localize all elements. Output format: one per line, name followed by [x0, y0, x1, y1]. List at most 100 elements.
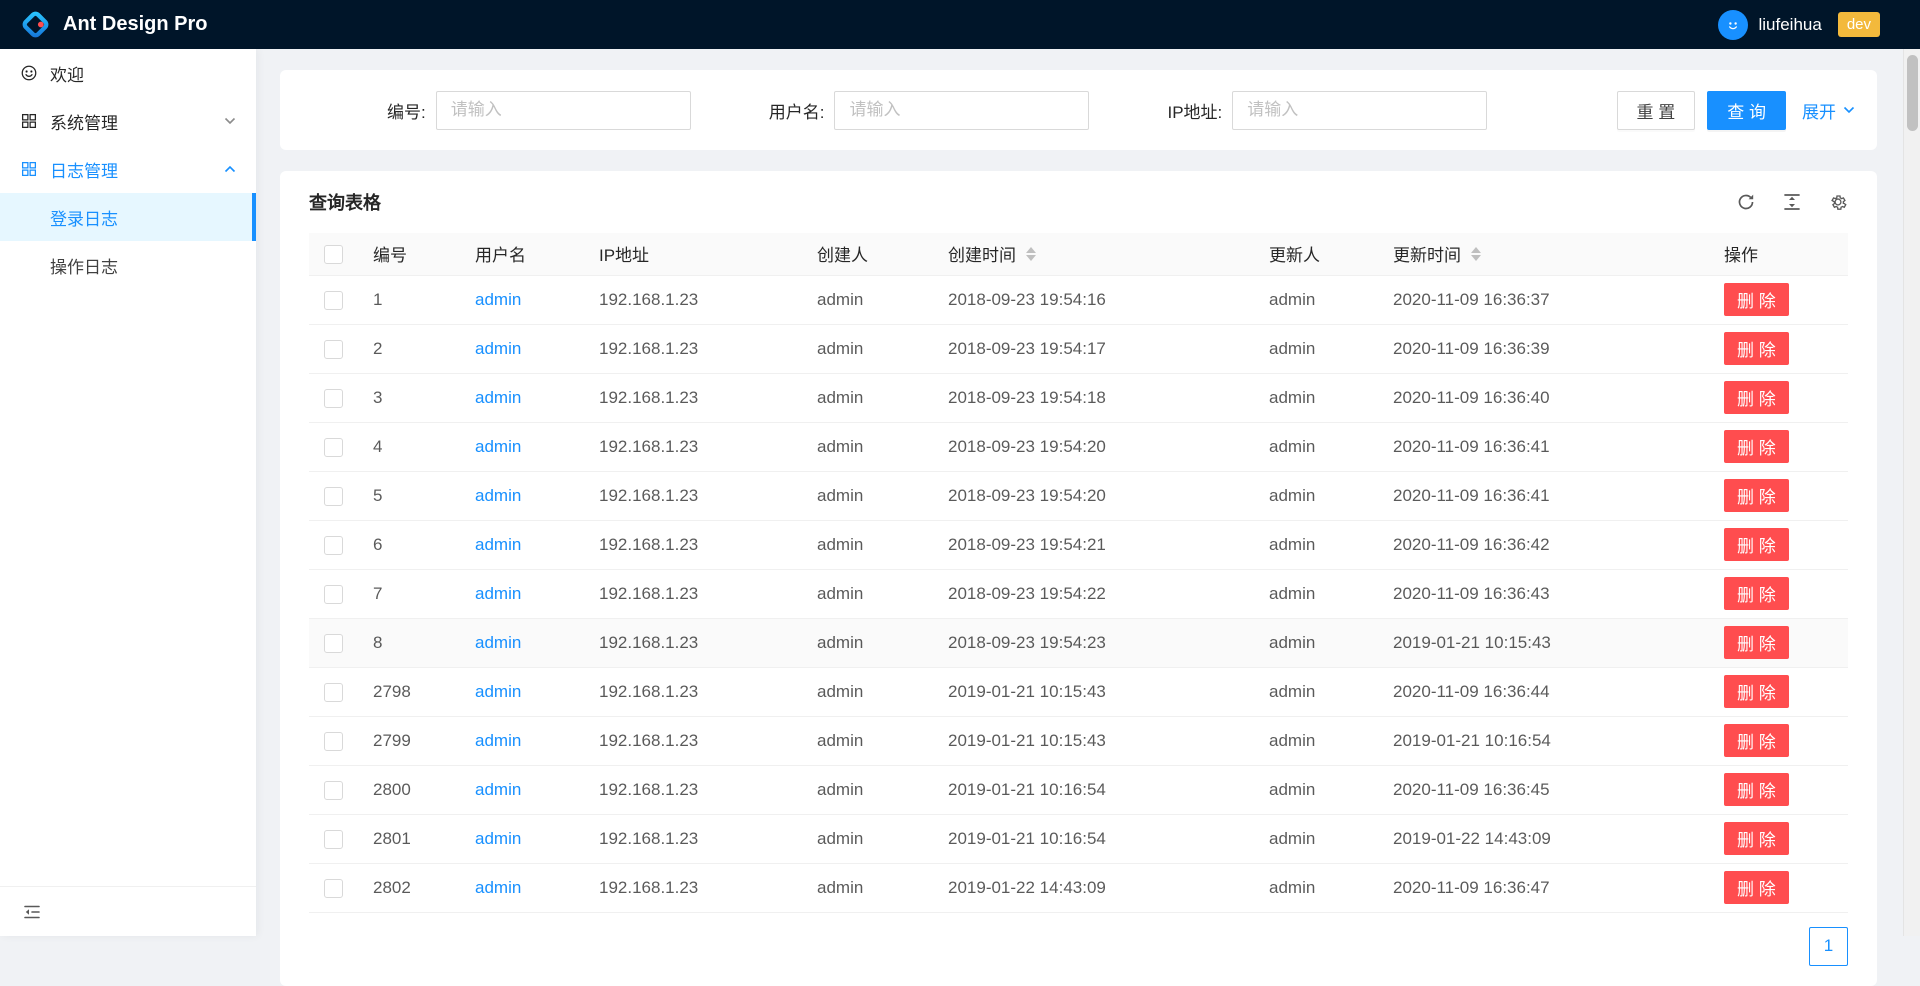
- form-item-ip: IP地址:: [1167, 91, 1487, 130]
- delete-button[interactable]: 删 除: [1724, 773, 1789, 806]
- table-body: 1 admin 192.168.1.23 admin 2018-09-23 19…: [309, 275, 1848, 912]
- smile-icon: [20, 64, 38, 82]
- row-checkbox[interactable]: [324, 634, 343, 653]
- sidebar-item-system[interactable]: 系统管理: [0, 97, 256, 145]
- delete-button[interactable]: 删 除: [1724, 577, 1789, 610]
- cell-id: 4: [357, 422, 459, 471]
- reload-icon[interactable]: [1736, 192, 1756, 212]
- sorter-icon[interactable]: [1471, 247, 1481, 261]
- cell-actions: 删 除: [1708, 275, 1848, 324]
- query-button[interactable]: 查 询: [1707, 91, 1786, 130]
- username-link[interactable]: admin: [475, 535, 521, 554]
- cell-username: admin: [459, 667, 583, 716]
- cell-ip: 192.168.1.23: [583, 275, 801, 324]
- username-link[interactable]: admin: [475, 731, 521, 750]
- pagination-page-1[interactable]: 1: [1809, 927, 1848, 966]
- username-link[interactable]: admin: [475, 486, 521, 505]
- delete-button[interactable]: 删 除: [1724, 871, 1789, 904]
- cell-creator: admin: [801, 569, 932, 618]
- delete-button[interactable]: 删 除: [1724, 822, 1789, 855]
- column-height-icon[interactable]: [1782, 192, 1802, 212]
- select-all-checkbox[interactable]: [324, 245, 343, 264]
- vertical-scrollbar[interactable]: [1903, 49, 1920, 936]
- cell-creator: admin: [801, 275, 932, 324]
- delete-button[interactable]: 删 除: [1724, 724, 1789, 757]
- cell-updated-time: 2020-11-09 16:36:40: [1377, 373, 1708, 422]
- username-link[interactable]: admin: [475, 633, 521, 652]
- cell-created-time: 2019-01-21 10:15:43: [932, 667, 1253, 716]
- cell-id: 6: [357, 520, 459, 569]
- username-link[interactable]: admin: [475, 829, 521, 848]
- avatar[interactable]: [1718, 10, 1748, 40]
- username-link[interactable]: admin: [475, 290, 521, 309]
- sidebar-item-operation-log[interactable]: 操作日志: [0, 241, 256, 289]
- row-checkbox[interactable]: [324, 585, 343, 604]
- scrollbar-thumb[interactable]: [1907, 55, 1918, 131]
- row-checkbox[interactable]: [324, 487, 343, 506]
- cell-checkbox: [309, 765, 357, 814]
- username-link[interactable]: admin: [475, 878, 521, 897]
- delete-button[interactable]: 删 除: [1724, 332, 1789, 365]
- delete-button[interactable]: 删 除: [1724, 283, 1789, 316]
- expand-link[interactable]: 展开: [1802, 98, 1855, 123]
- appstore-icon: [20, 112, 38, 130]
- row-checkbox[interactable]: [324, 340, 343, 359]
- delete-button[interactable]: 删 除: [1724, 626, 1789, 659]
- cell-id: 2802: [357, 863, 459, 912]
- cell-actions: 删 除: [1708, 520, 1848, 569]
- logo-area[interactable]: Ant Design Pro: [20, 9, 207, 40]
- cell-updater: admin: [1253, 275, 1377, 324]
- reset-button[interactable]: 重 置: [1617, 91, 1696, 130]
- ip-field[interactable]: [1232, 91, 1487, 130]
- col-updated-time[interactable]: 更新时间: [1377, 233, 1708, 275]
- delete-button[interactable]: 删 除: [1724, 479, 1789, 512]
- cell-actions: 删 除: [1708, 422, 1848, 471]
- row-checkbox[interactable]: [324, 879, 343, 898]
- delete-button[interactable]: 删 除: [1724, 675, 1789, 708]
- sidebar-item-login-log[interactable]: 登录日志: [0, 193, 256, 241]
- row-checkbox[interactable]: [324, 438, 343, 457]
- cell-created-time: 2018-09-23 19:54:18: [932, 373, 1253, 422]
- id-field[interactable]: [436, 91, 691, 130]
- delete-button[interactable]: 删 除: [1724, 381, 1789, 414]
- delete-button[interactable]: 删 除: [1724, 430, 1789, 463]
- sidebar-item-logs[interactable]: 日志管理: [0, 145, 256, 193]
- cell-updater: admin: [1253, 863, 1377, 912]
- username-link[interactable]: admin: [475, 388, 521, 407]
- settings-gear-icon[interactable]: [1828, 192, 1848, 212]
- username-link[interactable]: admin: [475, 339, 521, 358]
- cell-id: 2: [357, 324, 459, 373]
- header-user-area[interactable]: liufeihua dev: [1718, 10, 1880, 40]
- table-row: 3 admin 192.168.1.23 admin 2018-09-23 19…: [309, 373, 1848, 422]
- cell-creator: admin: [801, 520, 932, 569]
- cell-updater: admin: [1253, 814, 1377, 863]
- row-checkbox[interactable]: [324, 389, 343, 408]
- username-link[interactable]: admin: [475, 437, 521, 456]
- cell-ip: 192.168.1.23: [583, 373, 801, 422]
- cell-updater: admin: [1253, 716, 1377, 765]
- cell-actions: 删 除: [1708, 373, 1848, 422]
- select-all-cell: [309, 233, 357, 275]
- toolbar-icons: [1736, 192, 1848, 212]
- row-checkbox[interactable]: [324, 732, 343, 751]
- row-checkbox[interactable]: [324, 536, 343, 555]
- row-checkbox[interactable]: [324, 291, 343, 310]
- cell-created-time: 2019-01-21 10:15:43: [932, 716, 1253, 765]
- username-field[interactable]: [834, 91, 1089, 130]
- col-created-time[interactable]: 创建时间: [932, 233, 1253, 275]
- row-checkbox[interactable]: [324, 830, 343, 849]
- cell-ip: 192.168.1.23: [583, 814, 801, 863]
- expand-label: 展开: [1802, 98, 1836, 123]
- cell-checkbox: [309, 618, 357, 667]
- col-actions: 操作: [1708, 233, 1848, 275]
- row-checkbox[interactable]: [324, 683, 343, 702]
- cell-checkbox: [309, 863, 357, 912]
- row-checkbox[interactable]: [324, 781, 343, 800]
- username-link[interactable]: admin: [475, 780, 521, 799]
- delete-button[interactable]: 删 除: [1724, 528, 1789, 561]
- username-link[interactable]: admin: [475, 584, 521, 603]
- sorter-icon[interactable]: [1026, 247, 1036, 261]
- sidebar-item-welcome[interactable]: 欢迎: [0, 49, 256, 97]
- menu-fold-icon[interactable]: [22, 902, 42, 922]
- username-link[interactable]: admin: [475, 682, 521, 701]
